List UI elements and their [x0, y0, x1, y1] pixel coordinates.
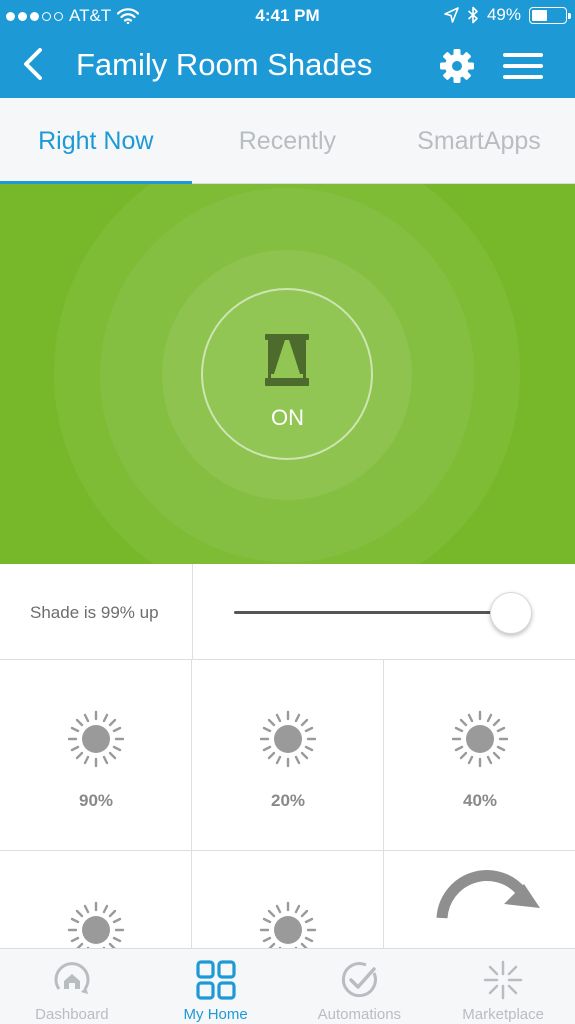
tab-label: Marketplace	[462, 1006, 544, 1023]
bottom-tab-bar: Dashboard My Home Automations Marketplac…	[0, 948, 575, 1024]
tab-label: My Home	[183, 1006, 248, 1023]
location-arrow-icon	[444, 7, 459, 23]
sun-icon	[259, 901, 317, 950]
tab-label: Dashboard	[35, 1006, 109, 1023]
battery-percent: 49%	[486, 5, 521, 24]
shade-level-label: Shade is 99% up	[30, 603, 159, 622]
dashboard-home-icon	[54, 962, 90, 994]
sun-icon	[67, 901, 125, 950]
battery-icon	[529, 6, 571, 24]
preset-tile[interactable]	[0, 851, 192, 950]
preset-label: 90%	[78, 791, 114, 810]
sparkle-icon	[483, 960, 523, 1000]
sun-icon	[67, 710, 125, 768]
grid-icon	[196, 960, 236, 1000]
hamburger-menu-icon[interactable]	[503, 51, 543, 81]
tab-recently[interactable]: Recently	[192, 98, 384, 184]
device-state-label: ON	[271, 405, 304, 430]
preset-tile[interactable]: 40%	[384, 660, 575, 851]
navigation-bar: Family Room Shades	[0, 32, 575, 98]
top-bar: AT&T 4:41 PM 49% Family Room Shades	[0, 0, 575, 98]
preset-tile[interactable]: 90%	[0, 660, 192, 851]
sun-icon	[259, 710, 317, 768]
segment-tabs: Right Now Recently SmartApps	[0, 98, 575, 185]
check-circle-icon	[342, 962, 378, 998]
shade-slider-track[interactable]	[234, 611, 514, 614]
row-divider	[192, 564, 193, 660]
window-shade-icon	[265, 334, 309, 386]
refresh-icon[interactable]	[432, 858, 542, 950]
status-bar: AT&T 4:41 PM 49%	[0, 0, 575, 32]
chevron-left-icon[interactable]	[18, 46, 48, 82]
tab-automations[interactable]: Automations	[288, 949, 432, 1024]
preset-tile[interactable]	[192, 851, 384, 950]
tab-right-now[interactable]: Right Now	[0, 98, 192, 185]
preset-grid: 90% 20% 40%	[0, 660, 575, 950]
shade-level-row: Shade is 99% up	[0, 564, 575, 660]
sun-icon	[451, 710, 509, 768]
device-status-panel: ON	[0, 184, 575, 564]
gear-icon[interactable]	[439, 48, 475, 84]
preset-label: 20%	[270, 791, 306, 810]
preset-tile[interactable]: 20%	[192, 660, 384, 851]
tab-smartapps[interactable]: SmartApps	[383, 98, 575, 184]
tab-dashboard[interactable]: Dashboard	[0, 949, 144, 1024]
tab-label: Automations	[317, 1006, 402, 1023]
bluetooth-icon	[467, 6, 478, 24]
tab-my-home[interactable]: My Home	[144, 949, 288, 1024]
shade-slider-handle[interactable]	[490, 592, 533, 634]
page-title: Family Room Shades	[76, 47, 373, 82]
preset-label: 40%	[462, 791, 498, 810]
tab-marketplace[interactable]: Marketplace	[431, 949, 575, 1024]
